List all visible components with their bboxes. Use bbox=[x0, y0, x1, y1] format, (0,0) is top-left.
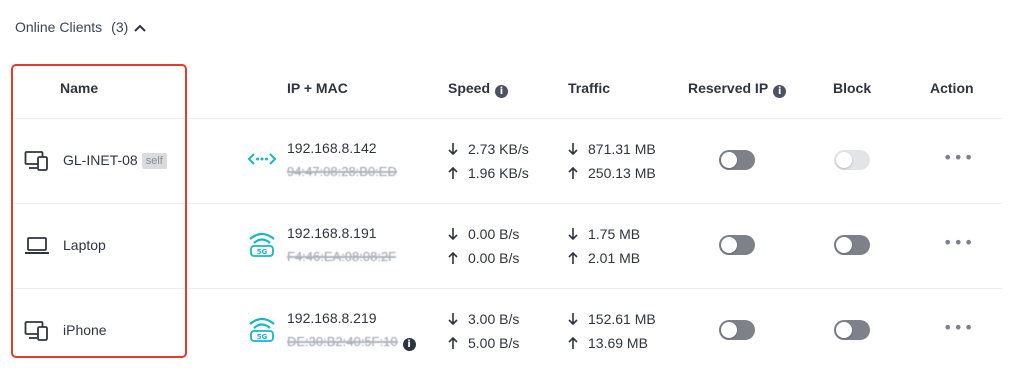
speed-down-value: 3.00 B/s bbox=[468, 311, 520, 327]
wifi-5g-icon: 5G bbox=[248, 315, 276, 343]
traffic-up: 13.69 MB bbox=[568, 335, 648, 351]
name-column-highlight bbox=[11, 64, 187, 358]
traffic-down-value: 1.75 MB bbox=[588, 226, 641, 242]
traffic-up: 250.13 MB bbox=[568, 165, 656, 181]
column-reserved-ip: Reserved IP i bbox=[688, 80, 787, 98]
client-mac: F4:46:EA:08:08:2F bbox=[287, 249, 397, 264]
traffic-up-value: 2.01 MB bbox=[588, 250, 641, 266]
traffic-up-value: 250.13 MB bbox=[588, 165, 656, 181]
traffic-down: 871.31 MB bbox=[568, 141, 656, 157]
section-title: Online Clients bbox=[15, 19, 103, 35]
column-traffic: Traffic bbox=[568, 80, 611, 96]
speed-up: 1.96 KB/s bbox=[448, 165, 529, 181]
wifi-5g-icon: 5G bbox=[248, 230, 276, 258]
reserved-ip-toggle[interactable] bbox=[719, 235, 755, 255]
column-action: Action bbox=[930, 80, 974, 96]
client-ip: 192.168.8.191 bbox=[287, 225, 377, 241]
block-toggle[interactable] bbox=[834, 150, 870, 170]
reserved-ip-toggle[interactable] bbox=[719, 150, 755, 170]
more-actions-icon[interactable]: ••• bbox=[943, 235, 974, 251]
speed-up-value: 1.96 KB/s bbox=[468, 165, 529, 181]
column-speed: Speed i bbox=[448, 80, 509, 98]
arrow-up-icon bbox=[448, 337, 458, 349]
svg-text:5G: 5G bbox=[257, 333, 268, 341]
reserved-ip-toggle[interactable] bbox=[719, 320, 755, 340]
traffic-down: 1.75 MB bbox=[568, 226, 640, 242]
traffic-up-value: 13.69 MB bbox=[588, 335, 648, 351]
column-ip-mac: IP + MAC bbox=[287, 80, 348, 96]
client-mac: DE:30:B2:40:5F:10 i bbox=[287, 334, 416, 351]
arrow-down-icon bbox=[568, 313, 578, 325]
column-speed-label: Speed bbox=[448, 80, 491, 96]
speed-up: 5.00 B/s bbox=[448, 335, 519, 351]
speed-down: 0.00 B/s bbox=[448, 226, 519, 242]
traffic-down-value: 871.31 MB bbox=[588, 141, 656, 157]
speed-down: 2.73 KB/s bbox=[448, 141, 529, 157]
traffic-down: 152.61 MB bbox=[568, 311, 656, 327]
column-block: Block bbox=[833, 80, 872, 96]
speed-up-value: 5.00 B/s bbox=[468, 335, 520, 351]
block-toggle[interactable] bbox=[834, 320, 870, 340]
arrow-up-icon bbox=[448, 167, 458, 179]
arrow-up-icon bbox=[568, 167, 578, 179]
client-mac-text: 94:47:08:28:B0:ED bbox=[287, 164, 397, 179]
arrow-down-icon bbox=[448, 228, 458, 240]
info-icon[interactable]: i bbox=[402, 338, 416, 351]
arrow-up-icon bbox=[568, 252, 578, 264]
traffic-down-value: 152.61 MB bbox=[588, 311, 656, 327]
more-actions-icon[interactable]: ••• bbox=[943, 320, 974, 336]
svg-text:5G: 5G bbox=[257, 248, 268, 256]
arrow-down-icon bbox=[568, 228, 578, 240]
client-ip: 192.168.8.142 bbox=[287, 140, 377, 156]
client-mac: 94:47:08:28:B0:ED bbox=[287, 164, 397, 179]
speed-up-value: 0.00 B/s bbox=[468, 250, 520, 266]
column-reserved-ip-label: Reserved IP bbox=[688, 80, 769, 96]
arrow-down-icon bbox=[448, 313, 458, 325]
arrow-up-icon bbox=[448, 252, 458, 264]
arrow-down-icon bbox=[568, 143, 578, 155]
more-actions-icon[interactable]: ••• bbox=[943, 150, 974, 166]
client-count: (3) bbox=[111, 19, 129, 35]
client-ip: 192.168.8.219 bbox=[287, 310, 377, 326]
block-toggle[interactable] bbox=[834, 235, 870, 255]
info-icon[interactable]: i bbox=[495, 85, 509, 98]
speed-down-value: 0.00 B/s bbox=[468, 226, 520, 242]
chevron-up-icon[interactable] bbox=[134, 19, 146, 35]
arrow-down-icon bbox=[448, 143, 458, 155]
speed-up: 0.00 B/s bbox=[448, 250, 519, 266]
traffic-up: 2.01 MB bbox=[568, 250, 640, 266]
info-icon[interactable]: i bbox=[773, 85, 787, 98]
online-clients-header[interactable]: Online Clients (3) bbox=[15, 19, 146, 35]
client-mac-text: F4:46:EA:08:08:2F bbox=[287, 249, 397, 264]
ethernet-icon bbox=[247, 145, 277, 173]
client-mac-text: DE:30:B2:40:5F:10 bbox=[287, 334, 398, 349]
arrow-up-icon bbox=[568, 337, 578, 349]
speed-down: 3.00 B/s bbox=[448, 311, 519, 327]
speed-down-value: 2.73 KB/s bbox=[468, 141, 529, 157]
